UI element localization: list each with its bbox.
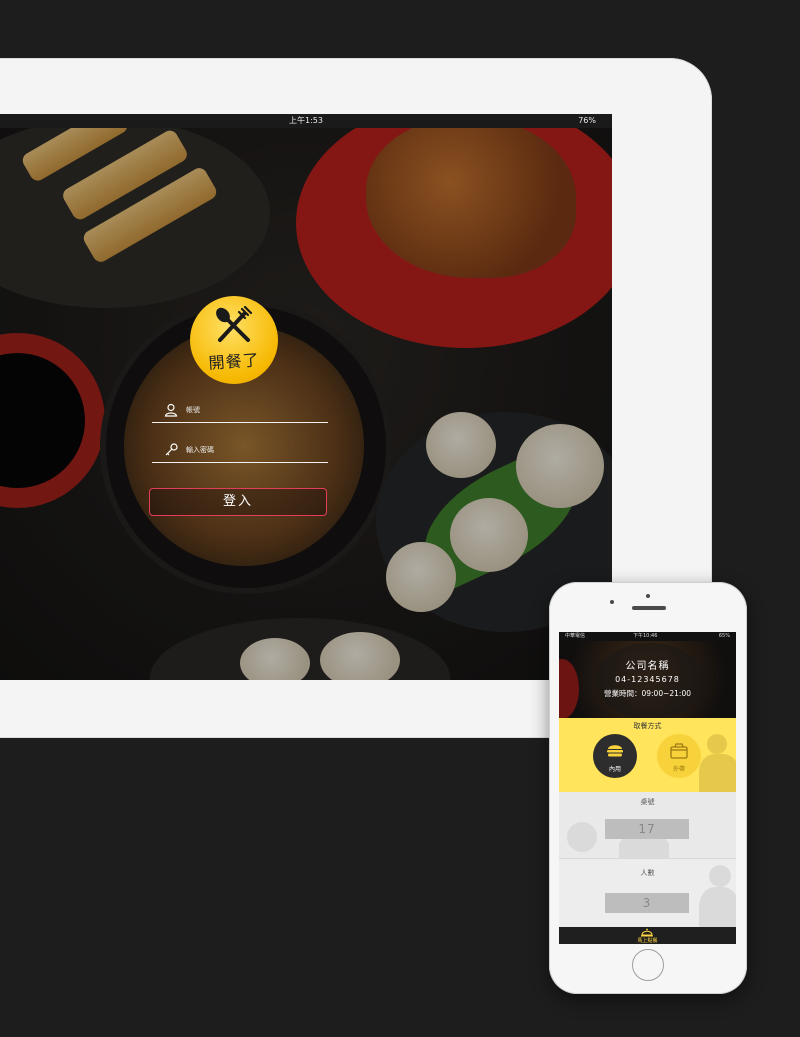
tablet-status-time: 上午1:53 <box>289 116 323 125</box>
dine-in-option[interactable]: 內用 <box>593 734 637 778</box>
pickup-method-section: 取餐方式 內用 外帶 <box>559 718 736 792</box>
phone-status-carrier: 中華電信 <box>565 633 586 639</box>
person-silhouette <box>707 734 727 754</box>
takeout-box-icon <box>670 743 688 759</box>
phone-status-bar: 中華電信 下午10:46 65% <box>559 632 736 641</box>
table-number-input[interactable]: 17 <box>605 819 689 839</box>
phone-device: 中華電信 下午10:46 65% 公司名稱 04-12345678 營業時間：0… <box>549 582 747 994</box>
takeout-option[interactable]: 外帶 <box>657 734 701 778</box>
tablet-screen: 上午1:53 76% 開餐了 帳號 輸入密碼 登入 <box>0 114 612 680</box>
pickup-title: 取餐方式 <box>633 722 662 730</box>
phone-speaker <box>632 606 666 610</box>
key-icon <box>165 443 178 456</box>
account-placeholder: 帳號 <box>186 406 200 414</box>
phone-camera <box>610 600 614 604</box>
password-placeholder: 輸入密碼 <box>186 446 214 454</box>
phone-status-time: 下午10:46 <box>633 633 658 639</box>
phone-screen: 中華電信 下午10:46 65% 公司名稱 04-12345678 營業時間：0… <box>559 632 736 944</box>
restaurant-header: 公司名稱 04-12345678 營業時間：09:00~21:00 <box>559 641 736 719</box>
order-now-bar[interactable]: 馬上點餐 <box>559 927 736 944</box>
company-name: 公司名稱 <box>625 661 670 672</box>
people-count-section: 人數 3 <box>559 859 736 933</box>
takeout-label: 外帶 <box>672 766 685 773</box>
burger-icon <box>607 745 623 757</box>
people-count-input[interactable]: 3 <box>605 893 689 913</box>
login-button[interactable]: 登入 <box>149 488 327 516</box>
account-field[interactable]: 帳號 <box>152 400 328 423</box>
password-field[interactable]: 輸入密碼 <box>152 440 328 463</box>
table-number-section: 桌號 17 <box>559 792 736 866</box>
phone-status-battery: 65% <box>718 633 730 639</box>
dine-in-label: 內用 <box>608 766 621 773</box>
fork-spoon-icon <box>216 306 253 342</box>
phone-sensor <box>646 594 650 598</box>
home-button[interactable] <box>632 949 664 981</box>
logo-text: 開餐了 <box>207 350 261 373</box>
tablet-status-battery: 76% <box>578 116 596 125</box>
business-hours: 營業時間：09:00~21:00 <box>603 689 691 698</box>
app-logo: 開餐了 <box>190 296 278 384</box>
table-label: 桌號 <box>640 798 655 806</box>
order-now-label: 馬上點餐 <box>637 938 658 944</box>
tablet-status-bar: 上午1:53 76% <box>0 114 612 128</box>
cloche-icon <box>641 928 653 937</box>
company-phone: 04-12345678 <box>615 675 680 684</box>
people-label: 人數 <box>640 869 655 877</box>
user-icon <box>164 403 178 417</box>
